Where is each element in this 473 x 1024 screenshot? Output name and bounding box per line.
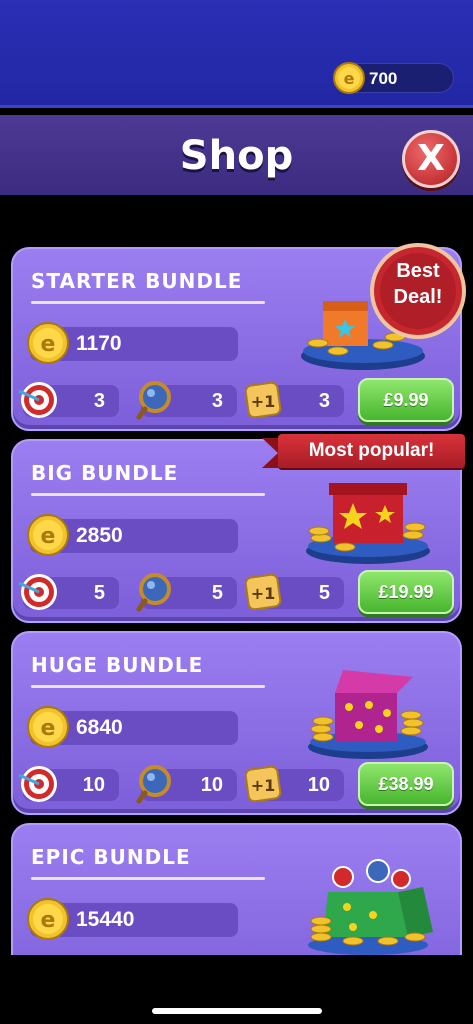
target-amount: 10 <box>82 774 105 796</box>
plus-one-count: +1 5 <box>244 573 344 611</box>
title-underline <box>31 877 265 880</box>
bundle-title: STARTER BUNDLE <box>31 269 243 293</box>
svg-text:e: e <box>41 332 56 357</box>
magnifier-amount: 5 <box>211 582 223 604</box>
coin-icon: e <box>27 706 69 748</box>
magnifier-amount: 3 <box>211 390 223 412</box>
magnifier-count: 5 <box>136 573 237 612</box>
big-bundle-art <box>306 483 430 564</box>
target-icon <box>18 382 57 418</box>
bundle-title: BIG BUNDLE <box>31 461 179 485</box>
bundle-coins: e 1170 <box>27 322 238 364</box>
magnifier-icon <box>136 573 171 612</box>
coin-amount: 2850 <box>76 524 123 547</box>
svg-text:+1: +1 <box>251 584 276 603</box>
best-deal-line1: Best <box>396 260 440 282</box>
target-amount: 5 <box>93 582 105 604</box>
plus-one-count: +1 3 <box>244 381 344 419</box>
coin-amount: 15440 <box>76 908 135 931</box>
coin-balance: 700 <box>369 69 398 88</box>
svg-text:e: e <box>41 716 56 741</box>
title-underline <box>31 685 265 688</box>
svg-text:e: e <box>41 524 56 549</box>
bundle-coins: e 15440 <box>27 898 238 940</box>
bundle-title: EPIC BUNDLE <box>31 845 191 869</box>
plus-one-tile-icon: +1 <box>244 381 282 419</box>
magnifier-icon <box>136 381 171 420</box>
coin-amount: 1170 <box>76 332 122 355</box>
magnifier-count: 3 <box>136 381 237 420</box>
buy-button[interactable]: £19.99 <box>358 570 454 614</box>
target-count: 10 <box>18 766 119 802</box>
bundle-coins: e 6840 <box>27 706 238 748</box>
coin-amount: 6840 <box>76 716 123 739</box>
title-underline <box>31 493 265 496</box>
magnifier-amount: 10 <box>200 774 223 796</box>
target-icon <box>18 766 57 802</box>
coin-balance-pill: e 700 <box>333 62 454 94</box>
plus-one-tile-icon: +1 <box>244 573 282 611</box>
coin-icon: e <box>27 322 69 364</box>
buy-button[interactable]: £9.99 <box>358 378 454 422</box>
target-icon <box>18 574 57 610</box>
plus-one-amount: 5 <box>318 582 330 604</box>
svg-text:+1: +1 <box>251 776 276 795</box>
bundle-card-huge: HUGE BUNDLE e 6840 10 10 +1 10 £38.99 <box>11 631 462 815</box>
coin-icon: e <box>27 514 69 556</box>
buy-button[interactable]: £38.99 <box>358 762 454 806</box>
coin-icon: e <box>333 62 365 94</box>
bundle-title: HUGE BUNDLE <box>31 653 204 677</box>
epic-bundle-art <box>308 859 433 955</box>
plus-one-tile-icon: +1 <box>244 765 282 803</box>
most-popular-ribbon: Most popular! <box>262 434 465 468</box>
top-bar: e 700 <box>0 0 473 108</box>
target-count: 3 <box>18 382 119 418</box>
target-amount: 3 <box>93 390 105 412</box>
home-indicator[interactable] <box>152 1008 322 1014</box>
plus-one-amount: 3 <box>318 390 330 412</box>
svg-text:e: e <box>344 69 355 88</box>
bundle-coins: e 2850 <box>27 514 238 556</box>
best-deal-badge: Best Deal! <box>365 238 471 344</box>
close-button[interactable]: X <box>402 130 460 188</box>
title-underline <box>31 301 265 304</box>
best-deal-line2: Deal! <box>393 286 443 308</box>
bundle-card-epic: EPIC BUNDLE e 15440 <box>11 823 462 965</box>
svg-text:e: e <box>41 908 56 933</box>
coin-icon: e <box>27 898 69 940</box>
plus-one-amount: 10 <box>307 774 330 796</box>
magnifier-icon <box>136 765 171 804</box>
huge-bundle-art <box>308 670 428 759</box>
close-icon: X <box>417 138 445 179</box>
magnifier-count: 10 <box>136 765 237 804</box>
plus-one-count: +1 10 <box>244 765 344 803</box>
svg-text:+1: +1 <box>251 392 276 411</box>
target-count: 5 <box>18 574 119 610</box>
